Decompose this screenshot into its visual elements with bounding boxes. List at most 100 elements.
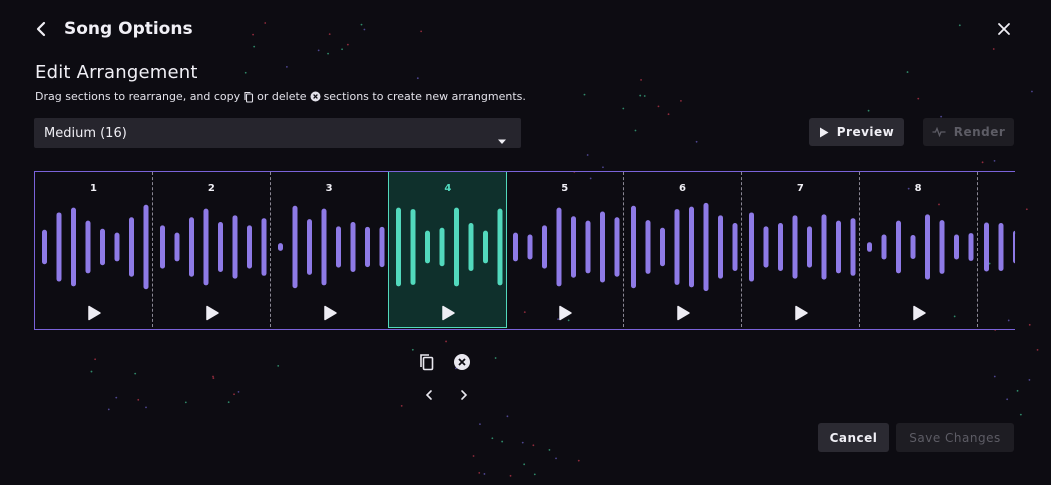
waveform-bar — [866, 242, 872, 252]
instructions-part-2: or delete — [257, 90, 307, 103]
waveform-bar — [835, 220, 841, 274]
waveform-bar — [895, 220, 901, 274]
background-dot — [533, 473, 536, 476]
waveform-bar — [159, 225, 165, 269]
background-dot — [958, 24, 961, 27]
background-dot — [992, 48, 995, 50]
waveform-bar — [292, 205, 298, 289]
render-label: Render — [953, 125, 1006, 139]
arrangement-section[interactable]: 7 — [742, 172, 860, 327]
background-dot — [277, 364, 280, 367]
play-icon[interactable] — [322, 305, 338, 321]
background-dot — [867, 109, 870, 112]
background-dot — [680, 99, 682, 102]
arrangement-select[interactable]: Medium (16) — [34, 118, 521, 148]
section-waveform — [513, 207, 620, 287]
play-icon[interactable] — [86, 305, 102, 321]
close-icon[interactable] — [995, 20, 1013, 38]
arrangement-section[interactable]: 4 — [388, 172, 508, 328]
background-dot — [634, 129, 637, 132]
waveform-bar — [129, 217, 134, 277]
arrangement-section[interactable] — [977, 172, 1015, 327]
waveform-bar — [732, 223, 738, 271]
background-dot — [360, 23, 363, 26]
background-dot — [212, 377, 215, 380]
waveform-bar — [497, 208, 503, 286]
arrangement-section[interactable]: 3 — [271, 172, 389, 327]
background-dot — [501, 440, 504, 443]
play-icon[interactable] — [793, 305, 809, 321]
header: Song Options — [36, 16, 193, 42]
cancel-label: Cancel — [829, 430, 878, 445]
background-dot — [577, 459, 580, 462]
waveform-bar — [261, 218, 267, 276]
waveform-bar — [396, 207, 402, 287]
arrangement-section[interactable]: 1 — [35, 172, 153, 327]
waveform-bar — [203, 208, 209, 286]
background-dot — [1036, 348, 1039, 351]
instructions-part-3: sections to create new arrangments. — [323, 90, 526, 103]
section-waveform — [42, 204, 149, 290]
play-icon[interactable] — [911, 305, 927, 321]
background-dot — [94, 358, 97, 361]
delete-circle-icon — [310, 91, 321, 102]
play-icon[interactable] — [440, 305, 456, 321]
cancel-button[interactable]: Cancel — [818, 423, 889, 452]
waveform-bar — [468, 223, 474, 271]
background-dot — [252, 33, 254, 36]
background-dot — [523, 463, 526, 466]
chevron-left-icon[interactable] — [422, 387, 436, 401]
arrangement-section[interactable]: 8 — [860, 172, 978, 327]
edit-arrangement-title: Edit Arrangement — [35, 62, 198, 83]
waveform-bar — [821, 214, 827, 280]
background-dot — [483, 473, 486, 475]
background-dot — [212, 375, 214, 378]
background-dot — [1016, 389, 1019, 392]
section-waveform — [748, 212, 856, 282]
play-icon[interactable] — [557, 305, 573, 321]
save-changes-label: Save Changes — [909, 430, 1001, 445]
waveform-bar — [379, 226, 385, 268]
waveform-bar — [968, 233, 974, 261]
arrangement-section[interactable]: 5 — [506, 172, 625, 327]
waveform-bar — [410, 209, 416, 285]
section-waveform — [159, 208, 267, 286]
background-dot — [253, 45, 256, 48]
background-dot — [1025, 208, 1028, 211]
waveform-bar — [143, 204, 149, 290]
waveform-bar — [777, 223, 783, 271]
play-icon[interactable] — [675, 305, 691, 321]
section-waveform — [277, 205, 385, 289]
background-dot — [327, 52, 329, 55]
waveform-bar — [527, 234, 533, 260]
chevron-right-icon[interactable] — [457, 387, 471, 401]
background-dot — [115, 396, 118, 399]
play-icon[interactable] — [204, 305, 220, 321]
page-title: Song Options — [64, 19, 193, 39]
copy-icon — [243, 91, 254, 103]
section-strip: 12345678 — [35, 172, 1015, 329]
render-button[interactable]: Render — [923, 118, 1014, 146]
waveform-bar — [806, 226, 812, 268]
waveform-bar — [114, 232, 120, 262]
delete-section-icon[interactable] — [453, 353, 471, 371]
background-dot — [906, 71, 909, 73]
chevron-left-icon[interactable] — [36, 16, 52, 42]
arrangement-section[interactable]: 2 — [153, 172, 271, 327]
background-dot — [184, 401, 187, 404]
copy-section-icon[interactable] — [418, 353, 436, 371]
background-dot — [993, 375, 996, 378]
waveform-bar — [1013, 230, 1015, 264]
waveform-bar — [483, 230, 489, 264]
background-dot — [602, 166, 604, 169]
background-dot — [244, 71, 247, 74]
background-dot — [555, 457, 557, 460]
save-changes-button[interactable]: Save Changes — [896, 423, 1014, 452]
preview-button[interactable]: Preview — [809, 118, 904, 146]
background-dot — [548, 449, 551, 451]
arrangement-section[interactable]: 6 — [624, 172, 742, 327]
background-dot — [1028, 379, 1031, 381]
background-dot — [400, 404, 403, 407]
arrangement-timeline[interactable]: 12345678 — [34, 171, 1015, 330]
background-dot — [145, 406, 147, 409]
